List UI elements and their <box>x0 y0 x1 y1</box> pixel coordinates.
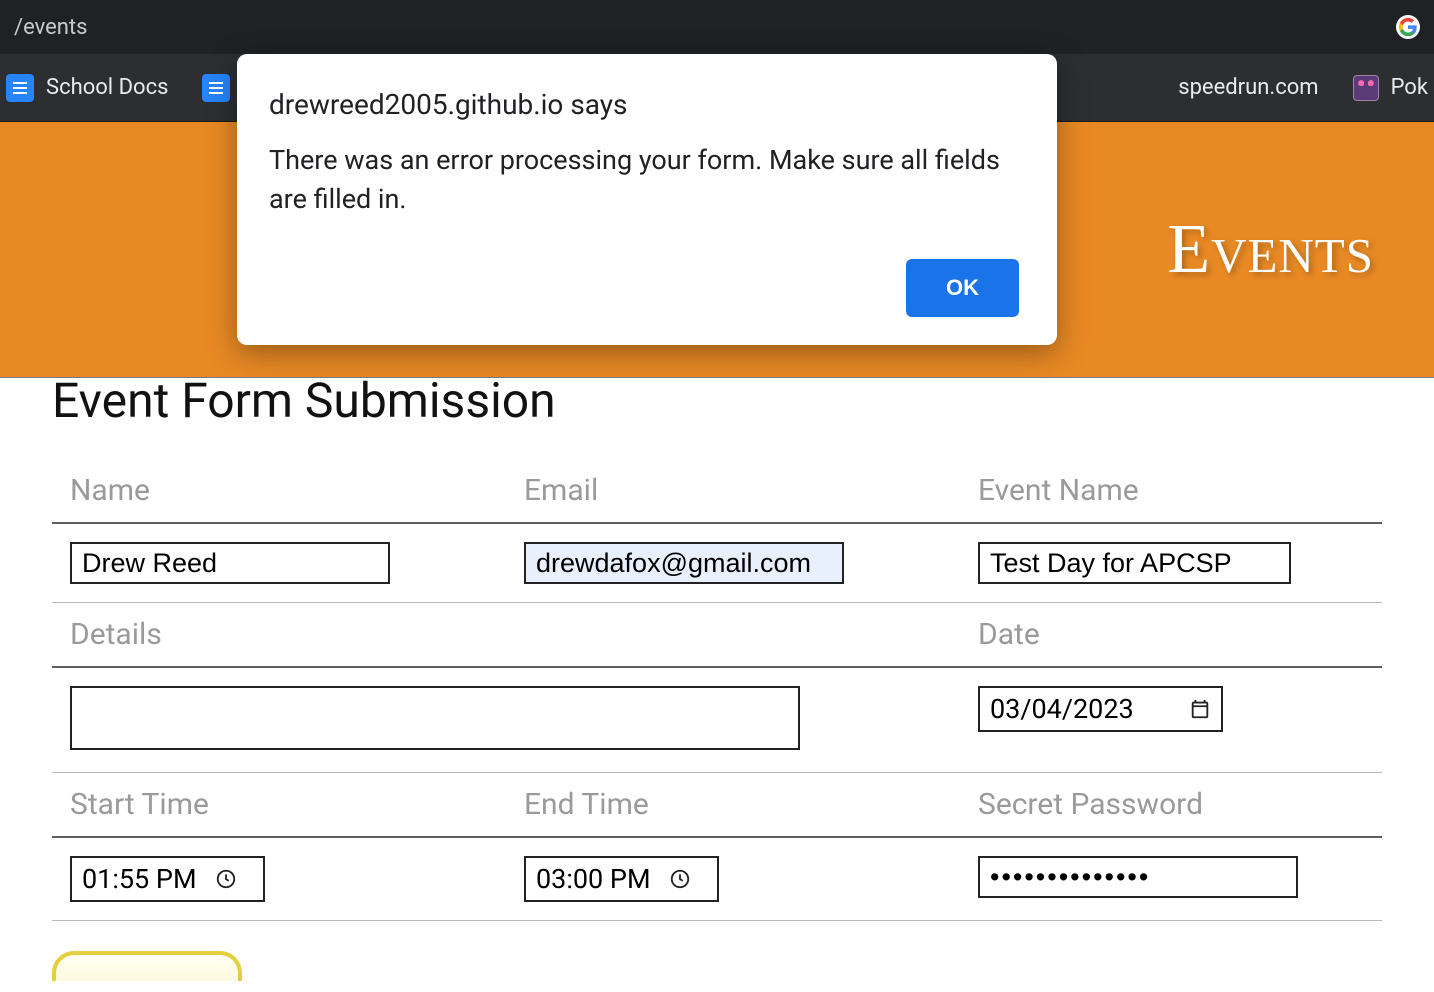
bookmark-speedrun[interactable]: speedrun.com <box>1178 75 1318 100</box>
header-end-time: End Time <box>506 773 960 838</box>
bookmark-pok[interactable]: Pok <box>1353 75 1428 101</box>
header-name: Name <box>52 459 506 523</box>
date-input[interactable]: 03/04/2023 <box>978 686 1223 732</box>
bookmark-label: Pok <box>1391 75 1428 100</box>
bookmark-label: School Docs <box>46 75 168 100</box>
start-time-value: 01:55 PM <box>82 863 197 895</box>
end-time-input[interactable]: 03:00 PM <box>524 856 719 902</box>
page-title: Event Form Submission <box>52 372 1382 429</box>
submit-button[interactable] <box>52 951 242 981</box>
date-value: 03/04/2023 <box>990 693 1134 725</box>
javascript-alert-dialog: drewreed2005.github.io says There was an… <box>237 54 1057 345</box>
calendar-icon <box>1189 698 1211 720</box>
end-time-value: 03:00 PM <box>536 863 651 895</box>
email-input[interactable] <box>524 542 844 584</box>
header-details: Details <box>52 603 960 668</box>
page-body: Event Form Submission Name Email Event N… <box>0 372 1434 981</box>
header-start-time: Start Time <box>52 773 506 838</box>
url-fragment: /events <box>14 15 88 40</box>
alert-actions: OK <box>269 259 1019 317</box>
bookmark-gdoc-2[interactable] <box>202 74 230 102</box>
event-form: Name Email Event Name Details Date 03/04… <box>52 459 1382 921</box>
nav-link-events[interactable]: Events <box>1167 210 1374 290</box>
header-date: Date <box>960 603 1382 668</box>
alert-origin: drewreed2005.github.io says <box>269 88 1019 121</box>
header-event-name: Event Name <box>960 459 1382 523</box>
gdoc-icon <box>202 74 230 102</box>
alert-ok-button[interactable]: OK <box>906 259 1019 317</box>
bookmark-school-docs[interactable]: School Docs <box>6 74 168 102</box>
clock-icon <box>215 868 237 890</box>
alert-message: There was an error processing your form.… <box>269 141 1019 219</box>
secret-password-input[interactable] <box>978 856 1298 898</box>
gdoc-icon <box>6 74 34 102</box>
browser-tab-bar: /events <box>0 0 1434 54</box>
start-time-input[interactable]: 01:55 PM <box>70 856 265 902</box>
details-input[interactable] <box>70 686 800 750</box>
event-name-input[interactable] <box>978 542 1291 584</box>
name-input[interactable] <box>70 542 390 584</box>
bookmark-label: speedrun.com <box>1178 75 1318 100</box>
google-profile-icon[interactable] <box>1396 15 1420 39</box>
header-email: Email <box>506 459 960 523</box>
pixel-icon <box>1353 75 1379 101</box>
clock-icon <box>669 868 691 890</box>
header-secret: Secret Password <box>960 773 1382 838</box>
